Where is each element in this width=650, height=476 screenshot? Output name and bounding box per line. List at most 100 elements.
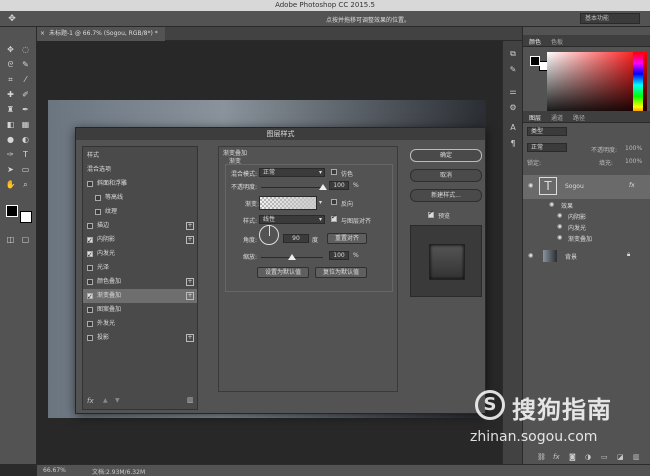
scale-input[interactable]: 100 bbox=[329, 251, 349, 260]
preview-checkbox[interactable] bbox=[428, 209, 434, 218]
zoom-level[interactable]: 66.67% bbox=[43, 467, 66, 474]
character-panel-icon[interactable]: A bbox=[506, 121, 520, 134]
eraser-icon[interactable]: ◧ bbox=[4, 118, 17, 131]
style-item[interactable]: 投影 + bbox=[83, 331, 197, 345]
opacity-slider[interactable] bbox=[261, 187, 323, 188]
add-effect-icon[interactable]: + bbox=[186, 236, 194, 244]
add-effect-icon[interactable]: + bbox=[186, 222, 194, 230]
effect-eye-icon[interactable]: ◉ bbox=[557, 223, 562, 230]
marquee-icon[interactable]: ◌ bbox=[19, 43, 32, 56]
effect-eye-icon[interactable]: ◉ bbox=[557, 234, 562, 241]
style-item[interactable]: 外发光 bbox=[83, 317, 197, 331]
tab-channels[interactable]: 通道 bbox=[551, 113, 563, 122]
style-item[interactable]: 斜面和浮雕 bbox=[83, 177, 197, 191]
layer-name[interactable]: 背景 bbox=[565, 252, 577, 261]
zoom-icon[interactable]: ⌕ bbox=[19, 178, 32, 191]
style-checkbox[interactable] bbox=[95, 195, 101, 201]
hue-slider[interactable] bbox=[633, 52, 643, 118]
shape-icon[interactable]: ▭ bbox=[19, 163, 32, 176]
eye-icon[interactable]: ◉ bbox=[528, 182, 533, 189]
cancel-button[interactable]: 取消 bbox=[410, 169, 482, 182]
layer-filter-select[interactable]: 类型 bbox=[527, 127, 567, 136]
history-panel-icon[interactable]: ⧉ bbox=[506, 47, 520, 60]
brush-icon[interactable]: ✐ bbox=[19, 88, 32, 101]
effects-eye-icon[interactable]: ◉ bbox=[549, 201, 554, 208]
gradient-swatch[interactable] bbox=[259, 196, 317, 210]
fill-value[interactable]: 100% bbox=[625, 158, 642, 165]
new-layer-icon[interactable]: ◪ bbox=[617, 453, 624, 461]
style-item[interactable]: 纹理 bbox=[83, 205, 197, 219]
screen-mode-icon[interactable]: ▢ bbox=[19, 233, 32, 246]
ok-button[interactable]: 确定 bbox=[410, 149, 482, 162]
fx-menu-icon[interactable]: fx bbox=[87, 397, 94, 405]
reset-align-button[interactable]: 重置对齐 bbox=[327, 233, 367, 244]
blur-icon[interactable]: ● bbox=[4, 133, 17, 146]
style-checkbox[interactable] bbox=[87, 335, 93, 341]
move-up-icon[interactable]: ▲ bbox=[103, 397, 108, 404]
quick-mask-icon[interactable]: ◫ bbox=[4, 233, 17, 246]
styles-header[interactable]: 样式 bbox=[83, 149, 197, 163]
color-field[interactable] bbox=[547, 52, 647, 118]
style-checkbox[interactable] bbox=[87, 279, 93, 285]
style-item[interactable]: 渐变叠加 + bbox=[83, 289, 197, 304]
reset-default-button[interactable]: 复位为默认值 bbox=[315, 267, 367, 278]
close-tab-icon[interactable]: × bbox=[40, 27, 45, 41]
brush-preset-icon[interactable]: ✎ bbox=[506, 63, 520, 76]
type-icon[interactable]: T bbox=[19, 148, 32, 161]
link-icon[interactable]: ⛓ bbox=[537, 453, 546, 461]
style-select[interactable]: 线性 ▾ bbox=[259, 215, 325, 224]
style-checkbox[interactable] bbox=[87, 265, 93, 271]
fx-icon[interactable]: fx bbox=[629, 182, 635, 189]
tab-paths[interactable]: 路径 bbox=[573, 113, 585, 122]
gradient-dropdown-icon[interactable]: ▾ bbox=[319, 199, 322, 206]
align-checkbox[interactable] bbox=[331, 213, 337, 222]
trash-icon[interactable]: ▥ bbox=[633, 453, 640, 461]
path-select-icon[interactable]: ➤ bbox=[4, 163, 17, 176]
style-item[interactable]: 内发光 bbox=[83, 247, 197, 262]
workspace-select[interactable]: 基本功能 bbox=[580, 13, 640, 24]
angle-input[interactable]: 90 bbox=[283, 234, 309, 243]
scale-slider-thumb[interactable] bbox=[288, 254, 296, 260]
style-checkbox[interactable] bbox=[87, 181, 93, 187]
style-item[interactable]: 等高线 bbox=[83, 191, 197, 205]
eye-icon[interactable]: ◉ bbox=[528, 252, 533, 259]
adjustment-icon[interactable]: ◑ bbox=[585, 453, 591, 461]
style-item[interactable]: 内阴影 + bbox=[83, 233, 197, 248]
style-checkbox[interactable] bbox=[87, 248, 93, 262]
new-style-button[interactable]: 新建样式... bbox=[410, 189, 482, 202]
angle-dial[interactable] bbox=[259, 225, 279, 245]
make-default-button[interactable]: 设置为默认值 bbox=[257, 267, 309, 278]
tab-color[interactable]: 颜色 bbox=[529, 37, 541, 46]
move-down-icon[interactable]: ▼ bbox=[115, 397, 120, 404]
style-item[interactable]: 描边 + bbox=[83, 219, 197, 233]
move-tool-icon[interactable]: ✥ bbox=[6, 13, 18, 25]
style-checkbox[interactable] bbox=[87, 234, 93, 248]
mask-icon[interactable]: ◙ bbox=[569, 453, 576, 461]
paragraph-panel-icon[interactable]: ¶ bbox=[506, 137, 520, 150]
move-icon[interactable]: ✥ bbox=[4, 43, 17, 56]
style-checkbox[interactable] bbox=[95, 209, 101, 215]
opacity-input[interactable]: 100 bbox=[329, 181, 349, 190]
add-effect-icon[interactable]: + bbox=[186, 292, 194, 300]
layer-name[interactable]: Sogou bbox=[565, 183, 584, 190]
panel-fg-swatch[interactable] bbox=[530, 56, 540, 66]
dither-checkbox[interactable] bbox=[331, 169, 337, 175]
layer-row[interactable]: ◉ 背景 🔒︎ bbox=[523, 248, 650, 264]
properties-panel-icon[interactable]: ⚙ bbox=[506, 101, 520, 114]
dodge-icon[interactable]: ◐ bbox=[19, 133, 32, 146]
add-fx-icon[interactable]: fx bbox=[553, 453, 560, 461]
style-checkbox[interactable] bbox=[87, 321, 93, 327]
style-checkbox[interactable] bbox=[87, 223, 93, 229]
background-color-swatch[interactable] bbox=[20, 211, 32, 223]
add-effect-icon[interactable]: + bbox=[186, 278, 194, 286]
reverse-checkbox[interactable] bbox=[331, 199, 337, 205]
lasso-icon[interactable]: ᘓ bbox=[4, 58, 17, 71]
hand-icon[interactable]: ✋ bbox=[4, 178, 17, 191]
style-checkbox[interactable] bbox=[87, 290, 93, 304]
adjust-panel-icon[interactable]: ⚌ bbox=[506, 85, 520, 98]
style-item[interactable]: 颜色叠加 + bbox=[83, 275, 197, 289]
style-checkbox[interactable] bbox=[87, 307, 93, 313]
document-tab[interactable]: × 未标题-1 @ 66.7% (Sogou, RGB/8*) * bbox=[37, 27, 165, 41]
style-item[interactable]: 图案叠加 bbox=[83, 303, 197, 317]
blend-mode-select[interactable]: 正常 ▾ bbox=[259, 168, 325, 177]
